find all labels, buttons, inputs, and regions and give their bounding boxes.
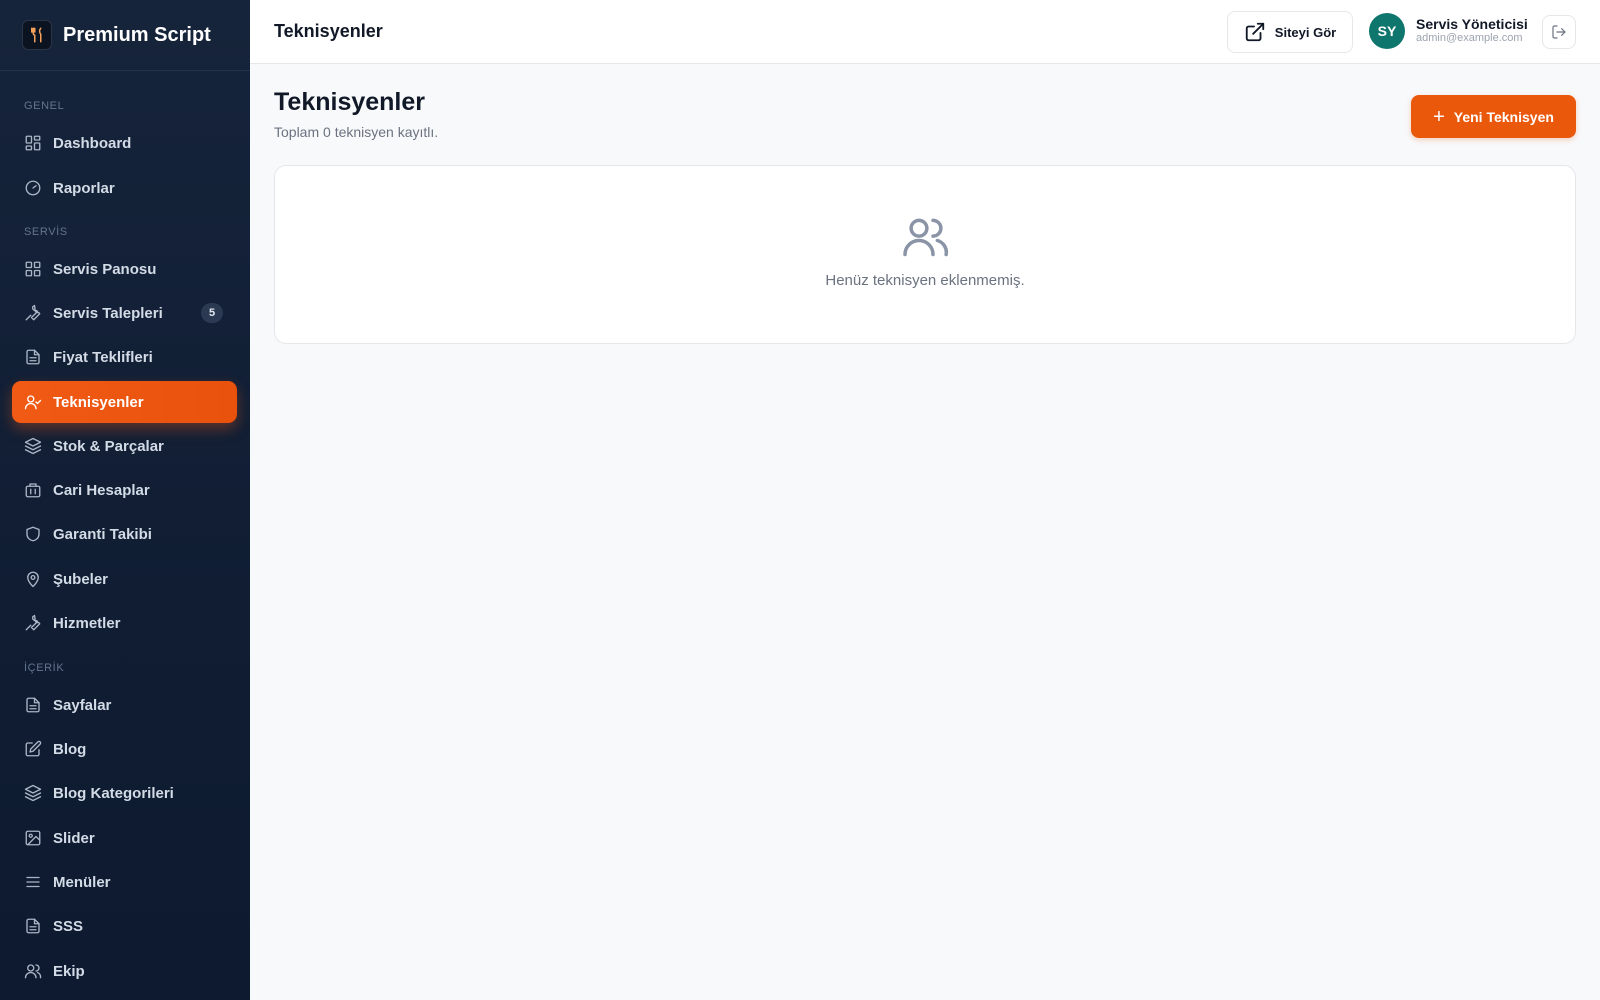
- sidebar-item-dashboard[interactable]: Dashboard: [12, 122, 237, 164]
- sidebar-item-label: Ekip: [53, 962, 85, 980]
- wrench-icon: [24, 304, 42, 322]
- sidebar-item-label: Raporlar: [53, 179, 115, 197]
- dashboard-icon: [24, 134, 42, 152]
- sidebar-item-ekip[interactable]: Ekip: [12, 950, 237, 992]
- sidebar-item-label: Stok & Parçalar: [53, 437, 164, 455]
- document-icon: [24, 696, 42, 714]
- sidebar-item-label: Garanti Takibi: [53, 525, 152, 543]
- section-label-genel: GENEL: [24, 100, 65, 112]
- image-icon: [24, 829, 42, 847]
- empty-state-card: Henüz teknisyen eklenmemiş.: [274, 165, 1576, 344]
- sidebar-item-subeler[interactable]: Şubeler: [12, 558, 237, 600]
- sidebar-item-menuler[interactable]: Menüler: [12, 861, 237, 903]
- view-site-label: Siteyi Gör: [1274, 24, 1337, 40]
- sidebar-item-hizmetler[interactable]: Hizmetler: [12, 602, 237, 644]
- user-name: Servis Yöneticisi: [1416, 16, 1528, 32]
- sidebar-item-fiyat-teklifleri[interactable]: Fiyat Teklifleri: [12, 336, 237, 378]
- sidebar-item-label: Slider: [53, 829, 95, 847]
- sidebar-item-servis-panosu[interactable]: Servis Panosu: [12, 248, 237, 290]
- user-email: admin@example.com: [1416, 32, 1523, 44]
- menu-icon: [24, 873, 42, 891]
- sidebar-item-slider[interactable]: Slider: [12, 817, 237, 859]
- sidebar-item-label: Sayfalar: [53, 696, 112, 714]
- sidebar-item-label: Cari Hesaplar: [53, 481, 150, 499]
- new-technician-button[interactable]: + Yeni Teknisyen: [1411, 95, 1576, 138]
- sidebar-item-label: Dashboard: [53, 134, 132, 152]
- sidebar-item-raporlar[interactable]: Raporlar: [12, 167, 237, 209]
- sidebar-item-sayfalar[interactable]: Sayfalar: [12, 684, 237, 726]
- wrench-icon: [24, 614, 42, 632]
- utensils-icon: [22, 20, 52, 50]
- sidebar-item-label: Fiyat Teklifleri: [53, 348, 153, 366]
- brand-name: Premium Script: [63, 23, 211, 46]
- sidebar-item-teknisyenler[interactable]: Teknisyenler: [12, 381, 237, 423]
- empty-state-text: Henüz teknisyen eklenmemiş.: [825, 272, 1025, 289]
- users-icon: [24, 962, 42, 980]
- sidebar-item-label: SSS: [53, 917, 84, 935]
- grid-icon: [24, 260, 42, 278]
- sidebar-item-label: Blog Kategorileri: [53, 784, 174, 802]
- shield-icon: [24, 525, 42, 543]
- document-icon: [24, 917, 42, 935]
- sidebar-item-label: Servis Panosu: [53, 260, 157, 278]
- document-icon: [24, 348, 42, 366]
- header-title: Teknisyenler: [274, 21, 383, 41]
- edit-icon: [24, 740, 42, 758]
- brand[interactable]: Premium Script: [0, 0, 250, 71]
- sidebar-item-sss[interactable]: SSS: [12, 905, 237, 947]
- sidebar-item-label: Teknisyenler: [53, 393, 144, 411]
- sidebar-item-label: Menüler: [53, 873, 111, 891]
- view-site-button[interactable]: Siteyi Gör: [1227, 11, 1353, 53]
- sidebar-item-servis-talepleri[interactable]: Servis Talepleri 5: [12, 292, 237, 334]
- sidebar-item-garanti-takibi[interactable]: Garanti Takibi: [12, 513, 237, 555]
- new-technician-label: Yeni Teknisyen: [1453, 108, 1554, 125]
- avatar[interactable]: SY: [1369, 13, 1405, 49]
- plus-icon: +: [1433, 105, 1445, 128]
- user-check-icon: [24, 393, 42, 411]
- sidebar-item-label: Blog: [53, 740, 87, 758]
- layers-icon: [24, 437, 42, 455]
- section-label-icerik: İÇERİK: [24, 662, 65, 674]
- sidebar-item-stok-parcalar[interactable]: Stok & Parçalar: [12, 425, 237, 467]
- logout-icon: [1552, 25, 1566, 39]
- count-badge: 5: [201, 303, 223, 323]
- users-icon: [903, 216, 949, 258]
- sidebar-item-label: Servis Talepleri: [53, 304, 163, 322]
- top-header: Teknisyenler Siteyi Gör SY Servis Yöneti…: [250, 0, 1600, 64]
- logout-button[interactable]: [1542, 15, 1576, 49]
- section-label-servis: SERVİS: [24, 226, 68, 238]
- sidebar-item-label: Şubeler: [53, 570, 109, 588]
- page-title: Teknisyenler: [274, 88, 426, 116]
- sidebar-item-cari-hesaplar[interactable]: Cari Hesaplar: [12, 469, 237, 511]
- map-pin-icon: [24, 570, 42, 588]
- sidebar: Premium Script GENEL Dashboard Raporlar …: [0, 0, 250, 1000]
- external-link-icon: [1245, 22, 1264, 42]
- briefcase-icon: [24, 481, 42, 499]
- layers-icon: [24, 784, 42, 802]
- gauge-icon: [24, 179, 42, 197]
- sidebar-item-blog-kategorileri[interactable]: Blog Kategorileri: [12, 772, 237, 814]
- sidebar-item-blog[interactable]: Blog: [12, 728, 237, 770]
- page-subtitle: Toplam 0 teknisyen kayıtlı.: [274, 124, 439, 140]
- sidebar-item-label: Hizmetler: [53, 614, 121, 632]
